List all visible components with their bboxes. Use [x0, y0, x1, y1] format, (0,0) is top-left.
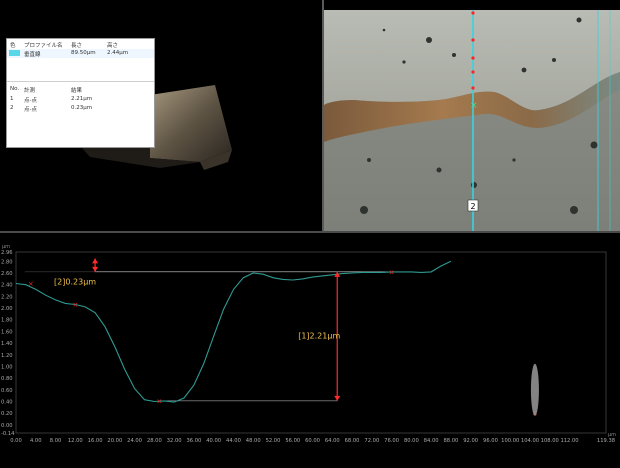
x-tick-label: 80.00 [404, 438, 419, 444]
measure-row[interactable]: 2 点-点 0.23μm [7, 104, 154, 113]
measure-label: [2]0.23μm [54, 277, 96, 286]
measure-result: 2.21μm [71, 96, 93, 102]
y-tick-label: 2.20 [1, 294, 13, 300]
measure-row[interactable]: 1 点-点 2.21μm [7, 95, 154, 104]
y-tick-label: 1.40 [1, 341, 13, 347]
measure-arrowhead [92, 258, 99, 264]
measure-result: 0.23μm [71, 105, 93, 111]
camera-view-panel[interactable]: × 2 [324, 10, 620, 231]
marker-label: 2 [471, 202, 476, 211]
col-no-header: No. [10, 86, 20, 92]
y-tick-label: 1.20 [1, 353, 13, 359]
y-tick-label: -0.14 [1, 431, 15, 437]
measure-header-row: No. 計測 結果 [7, 85, 154, 94]
camera-image[interactable]: × 2 [324, 10, 620, 231]
measure-type: 点-点 [24, 107, 37, 113]
point-marker[interactable]: × [156, 397, 162, 405]
col-name-header: プロファイル名 [24, 43, 63, 49]
y-tick-label: 0.60 [1, 388, 13, 394]
profile-height: 2.44μm [107, 50, 129, 56]
measure-no: 2 [10, 105, 14, 111]
col-color-header: 色 [10, 43, 16, 49]
y-tick-label: 0.40 [1, 399, 13, 405]
y-tick-label: 0.80 [1, 376, 13, 382]
x-tick-label: 84.00 [424, 438, 439, 444]
chart-frame: μmμm [2, 244, 616, 438]
profile-header-row: 色 プロファイル名 長さ 高さ [7, 40, 154, 49]
x-tick-label: 56.00 [285, 438, 300, 444]
x-tick-label: 44.00 [226, 438, 241, 444]
measure-type: 点-点 [24, 98, 37, 104]
x-tick-label: 36.00 [186, 438, 201, 444]
profile-cross-marker: × [470, 101, 478, 111]
y-tick-label: 2.96 [1, 250, 13, 256]
y-tick-label: 1.00 [1, 364, 13, 370]
x-tick-label: 16.00 [88, 438, 103, 444]
y-tick-label: 1.80 [1, 318, 13, 324]
profile-length: 89.50μm [71, 50, 96, 56]
profile-color-swatch [9, 50, 20, 56]
y-tick-label: 0.00 [1, 423, 13, 429]
y-tick-label: 2.40 [1, 283, 13, 289]
x-tick-label: 52.00 [266, 438, 281, 444]
col-height-header: 高さ [107, 43, 119, 49]
table-divider [7, 81, 154, 82]
x-tick-label: 0.00 [10, 438, 22, 444]
3d-sample-top-face [150, 85, 232, 162]
profile-table: 色 プロファイル名 長さ 高さ 垂直線 89.50μm 2.44μm No. 計… [6, 38, 155, 148]
x-tick-label: 119.38 [597, 438, 615, 444]
y-tick-label: 1.60 [1, 329, 13, 335]
x-tick-label: 104.00 [521, 438, 539, 444]
x-tick-label: 92.00 [463, 438, 478, 444]
x-tick-label: 20.00 [107, 438, 122, 444]
x-tick-label: 4.00 [30, 438, 42, 444]
y-tick-label: 0.20 [1, 411, 13, 417]
x-tick-label: 72.00 [364, 438, 379, 444]
x-tick-label: 40.00 [206, 438, 221, 444]
measure-no: 1 [10, 96, 14, 102]
x-tick-label: 68.00 [345, 438, 360, 444]
x-tick-label: 64.00 [325, 438, 340, 444]
x-tick-label: 32.00 [167, 438, 182, 444]
profile-chart-panel[interactable]: μm μm 2.96 2.80 2.60 2.40 2.20 2.00 1.80 1.60 1.4… [0, 240, 620, 464]
x-tick-label: 108.00 [541, 438, 559, 444]
y-tick-label: 2.00 [1, 306, 13, 312]
y-tick-label: 2.80 [1, 259, 13, 265]
x-tick-label: 12.00 [68, 438, 83, 444]
x-tick-label: 112.00 [560, 438, 578, 444]
pane-divider-horizontal[interactable] [0, 231, 620, 233]
point-marker[interactable]: × [72, 301, 78, 309]
col-length-header: 長さ [71, 43, 83, 49]
x-tick-label: 24.00 [127, 438, 142, 444]
measure-arrowhead [92, 266, 99, 272]
x-tick-label: 88.00 [443, 438, 458, 444]
measure-label: [1]2.21μm [298, 331, 340, 340]
point-marker[interactable]: × [28, 280, 34, 288]
measure-arrowhead [334, 395, 341, 401]
x-tick-label: 76.00 [384, 438, 399, 444]
point-marker[interactable]: × [389, 268, 395, 276]
col-type-header: 計測 [24, 88, 36, 94]
y-tick-label: 2.60 [1, 271, 13, 277]
x-tick-label: 8.00 [50, 438, 62, 444]
scroll-handle[interactable] [530, 363, 539, 416]
col-result-header: 結果 [71, 88, 83, 94]
x-tick-label: 100.00 [501, 438, 519, 444]
profile-row[interactable]: 垂直線 89.50μm 2.44μm [7, 49, 154, 58]
profile-chart[interactable]: μmμm 2.96 2.80 2.60 2.40 2.20 2.00 1.80 1.60 1.4… [0, 240, 620, 464]
x-tick-label: 48.00 [246, 438, 261, 444]
x-tick-label: 96.00 [483, 438, 498, 444]
plot-area-border [15, 251, 607, 434]
x-tick-label: 60.00 [305, 438, 320, 444]
profile-name: 垂直線 [24, 52, 41, 58]
x-tick-label: 28.00 [147, 438, 162, 444]
